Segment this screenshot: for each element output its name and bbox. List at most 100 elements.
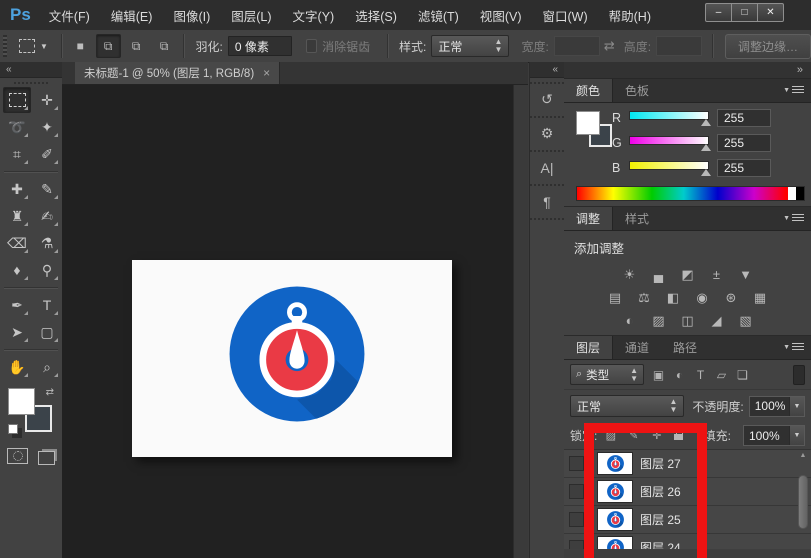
filter-smart-objects-icon[interactable]: ❏: [735, 368, 750, 382]
panel-menu-button[interactable]: ▼: [783, 336, 811, 359]
threshold-icon[interactable]: ◫: [678, 312, 698, 329]
tab-close-icon[interactable]: ×: [263, 66, 270, 80]
crop-tool[interactable]: ⌗: [3, 141, 31, 167]
curves-icon[interactable]: ◩: [678, 266, 698, 283]
filter-type-layers-icon[interactable]: T: [693, 368, 708, 382]
layer-visibility-toggle[interactable]: [569, 484, 584, 499]
layer-visibility-toggle[interactable]: [569, 540, 584, 549]
eyedropper-tool[interactable]: ✐: [33, 141, 61, 167]
brightness-contrast-icon[interactable]: ☀: [620, 266, 640, 283]
swap-colors-icon[interactable]: ⇄: [46, 387, 54, 398]
spectrum-white-black-swatches[interactable]: [788, 187, 804, 200]
clone-stamp-tool[interactable]: ♜: [3, 203, 31, 229]
slider-thumb[interactable]: [701, 119, 711, 126]
menu-item-6[interactable]: 滤镜(T): [412, 2, 465, 29]
channel-value-input[interactable]: 255: [717, 159, 771, 177]
paragraph-panel-icon[interactable]: ¶: [534, 189, 560, 214]
levels-icon[interactable]: ▄: [649, 266, 669, 283]
minimize-button[interactable]: –: [706, 4, 731, 21]
menu-item-3[interactable]: 图层(L): [225, 2, 277, 29]
panel-menu-button[interactable]: ▼: [783, 207, 811, 230]
layer-name[interactable]: 图层 25: [640, 511, 681, 528]
opacity-dropdown[interactable]: 100% ▼: [749, 396, 805, 417]
scroll-up-arrow-icon[interactable]: ▲: [797, 451, 809, 461]
layer-name[interactable]: 图层 27: [640, 455, 681, 472]
lock-image-pixels-icon[interactable]: ✎: [627, 429, 640, 442]
pen-tool[interactable]: ✒: [3, 292, 31, 318]
channel-value-input[interactable]: 255: [717, 134, 771, 152]
menu-item-8[interactable]: 窗口(W): [537, 2, 594, 29]
magic-wand-tool[interactable]: ✦: [33, 114, 61, 140]
maximize-button[interactable]: □: [731, 4, 757, 21]
eraser-tool[interactable]: ⌫: [3, 230, 31, 256]
channel-mixer-icon[interactable]: ⊛: [721, 289, 741, 306]
hand-tool[interactable]: ✋: [3, 354, 31, 380]
layer-thumbnail[interactable]: [598, 453, 632, 474]
healing-brush-tool[interactable]: ✚: [3, 176, 31, 202]
posterize-icon[interactable]: ▨: [649, 312, 669, 329]
invert-icon[interactable]: ◐: [620, 312, 640, 329]
move-tool[interactable]: ✛: [33, 87, 61, 113]
layer-thumbnail[interactable]: [598, 509, 632, 530]
brush-tool[interactable]: ✎: [33, 176, 61, 202]
antialias-checkbox[interactable]: [306, 39, 318, 53]
slider-thumb[interactable]: [701, 144, 711, 151]
selective-color-icon[interactable]: ▧: [736, 312, 756, 329]
lasso-tool[interactable]: ➰: [3, 114, 31, 140]
layer-visibility-toggle[interactable]: [569, 456, 584, 471]
channel-value-input[interactable]: 255: [717, 109, 771, 127]
tab-paths[interactable]: 路径: [661, 336, 709, 359]
character-panel-icon[interactable]: A|: [534, 155, 560, 180]
dodge-tool[interactable]: ⚲: [33, 257, 61, 283]
history-panel-icon[interactable]: ↺: [534, 87, 560, 112]
color-balance-icon[interactable]: ⚖: [634, 289, 654, 306]
subtract-from-selection-button[interactable]: ⧉: [124, 34, 149, 58]
width-input[interactable]: [554, 36, 600, 56]
filter-shape-layers-icon[interactable]: ▱: [714, 368, 729, 382]
menu-item-7[interactable]: 视图(V): [474, 2, 528, 29]
rectangular-marquee-tool[interactable]: [3, 87, 31, 113]
zoom-tool[interactable]: ⌕: [33, 354, 61, 380]
tab-color[interactable]: 颜色: [564, 79, 613, 102]
tab-channels[interactable]: 通道: [613, 336, 661, 359]
exposure-icon[interactable]: ±: [707, 266, 727, 283]
layer-row[interactable]: 图层 25: [564, 506, 811, 534]
slider-thumb[interactable]: [701, 169, 711, 176]
channel-slider-R[interactable]: [629, 111, 709, 125]
lock-all-icon[interactable]: [673, 429, 686, 441]
menu-item-1[interactable]: 编辑(E): [105, 2, 159, 29]
right-dock-header[interactable]: »: [564, 62, 811, 79]
hue-saturation-icon[interactable]: ▤: [605, 289, 625, 306]
screen-mode-button[interactable]: [38, 451, 55, 465]
add-to-selection-button[interactable]: ⧉: [96, 34, 121, 58]
tab-swatches[interactable]: 色板: [613, 79, 661, 102]
paint-bucket-tool[interactable]: ⚗: [33, 230, 61, 256]
feather-input[interactable]: 0 像素: [228, 36, 292, 56]
dock-grip[interactable]: [14, 82, 48, 84]
black-white-icon[interactable]: ◧: [663, 289, 683, 306]
collapsed-dock-header[interactable]: «: [530, 62, 564, 78]
layer-row[interactable]: 图层 26: [564, 478, 811, 506]
blend-mode-dropdown[interactable]: 正常 ▲▼: [570, 395, 684, 417]
path-selection-tool[interactable]: ➤: [3, 319, 31, 345]
type-tool[interactable]: T: [33, 292, 61, 318]
close-button[interactable]: ✕: [757, 4, 783, 21]
menu-item-9[interactable]: 帮助(H): [603, 2, 657, 29]
layer-thumbnail[interactable]: [598, 537, 632, 549]
foreground-color-swatch[interactable]: [8, 388, 35, 415]
history-brush-tool[interactable]: ✍: [33, 203, 61, 229]
panel-menu-button[interactable]: ▼: [783, 79, 811, 102]
menu-item-2[interactable]: 图像(I): [167, 2, 216, 29]
layer-name[interactable]: 图层 26: [640, 483, 681, 500]
menu-item-4[interactable]: 文字(Y): [287, 2, 341, 29]
options-bar-grip[interactable]: [3, 35, 7, 57]
height-input[interactable]: [656, 36, 702, 56]
tool-preset-picker[interactable]: ▼: [12, 39, 55, 53]
layer-filter-type-dropdown[interactable]: ⌕ 类型 ▲▼: [570, 364, 644, 385]
style-dropdown[interactable]: 正常 ▲▼: [431, 35, 509, 57]
layer-row[interactable]: 图层 24: [564, 534, 811, 549]
shape-tool[interactable]: ▢: [33, 319, 61, 345]
tool-dock-header[interactable]: «: [0, 62, 62, 78]
menu-item-5[interactable]: 选择(S): [349, 2, 403, 29]
tab-styles[interactable]: 样式: [613, 207, 661, 230]
